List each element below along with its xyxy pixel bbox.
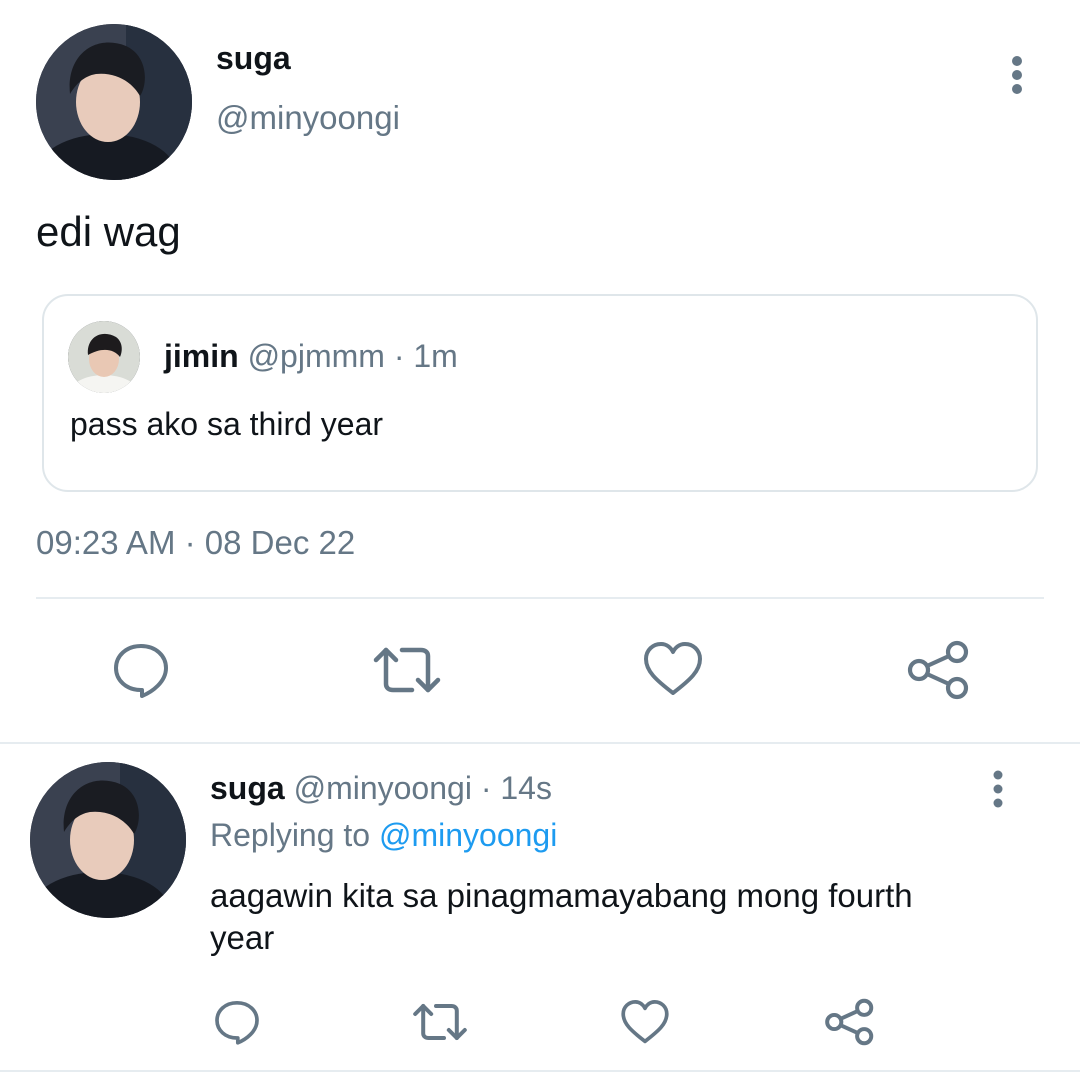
quoted-display-name[interactable]: jimin (164, 338, 239, 374)
quoted-tweet-text: pass ako sa third year (70, 406, 384, 442)
main-tweet-text: edi wag (36, 208, 181, 255)
reply-header: suga @minyoongi · 14s (210, 770, 552, 807)
retweet-icon[interactable] (412, 998, 468, 1046)
share-icon[interactable] (824, 998, 876, 1046)
replying-to: Replying to @minyoongi (210, 817, 557, 854)
more-vertical-icon[interactable] (1004, 56, 1030, 96)
quoted-handle[interactable]: @pjmmm (248, 338, 385, 374)
retweet-icon[interactable] (372, 640, 442, 700)
main-handle[interactable]: @minyoongi (216, 99, 400, 137)
reply-handle[interactable]: @minyoongi (294, 770, 472, 806)
reply-tweet-text-line1: aagawin kita sa pinagmamayabang mong fou… (210, 877, 913, 914)
divider (0, 742, 1080, 744)
reply-display-name[interactable]: suga (210, 770, 285, 806)
reply-icon[interactable] (110, 640, 172, 700)
main-author-avatar[interactable] (36, 24, 192, 180)
share-icon[interactable] (906, 640, 972, 700)
reply-time: · 14s (480, 770, 552, 806)
reply-icon[interactable] (212, 998, 262, 1046)
main-display-name[interactable]: suga (216, 40, 291, 77)
main-timestamp[interactable]: 09:23 AM · 08 Dec 22 (36, 524, 355, 562)
heart-icon[interactable] (620, 998, 670, 1046)
heart-icon[interactable] (642, 640, 704, 698)
quoted-header: jimin @pjmmm · 1m (164, 338, 458, 375)
quoted-tweet-card[interactable] (42, 294, 1038, 492)
reply-tweet-text-line2: year (210, 919, 275, 956)
reply-author-avatar[interactable] (30, 762, 186, 918)
more-vertical-icon[interactable] (986, 770, 1010, 808)
replying-to-label: Replying to (210, 817, 371, 853)
replying-to-handle-link[interactable]: @minyoongi (379, 817, 557, 853)
divider (0, 1070, 1080, 1072)
quoted-author-avatar[interactable] (68, 321, 140, 393)
divider (36, 597, 1044, 599)
quoted-time: · 1m (393, 338, 458, 374)
